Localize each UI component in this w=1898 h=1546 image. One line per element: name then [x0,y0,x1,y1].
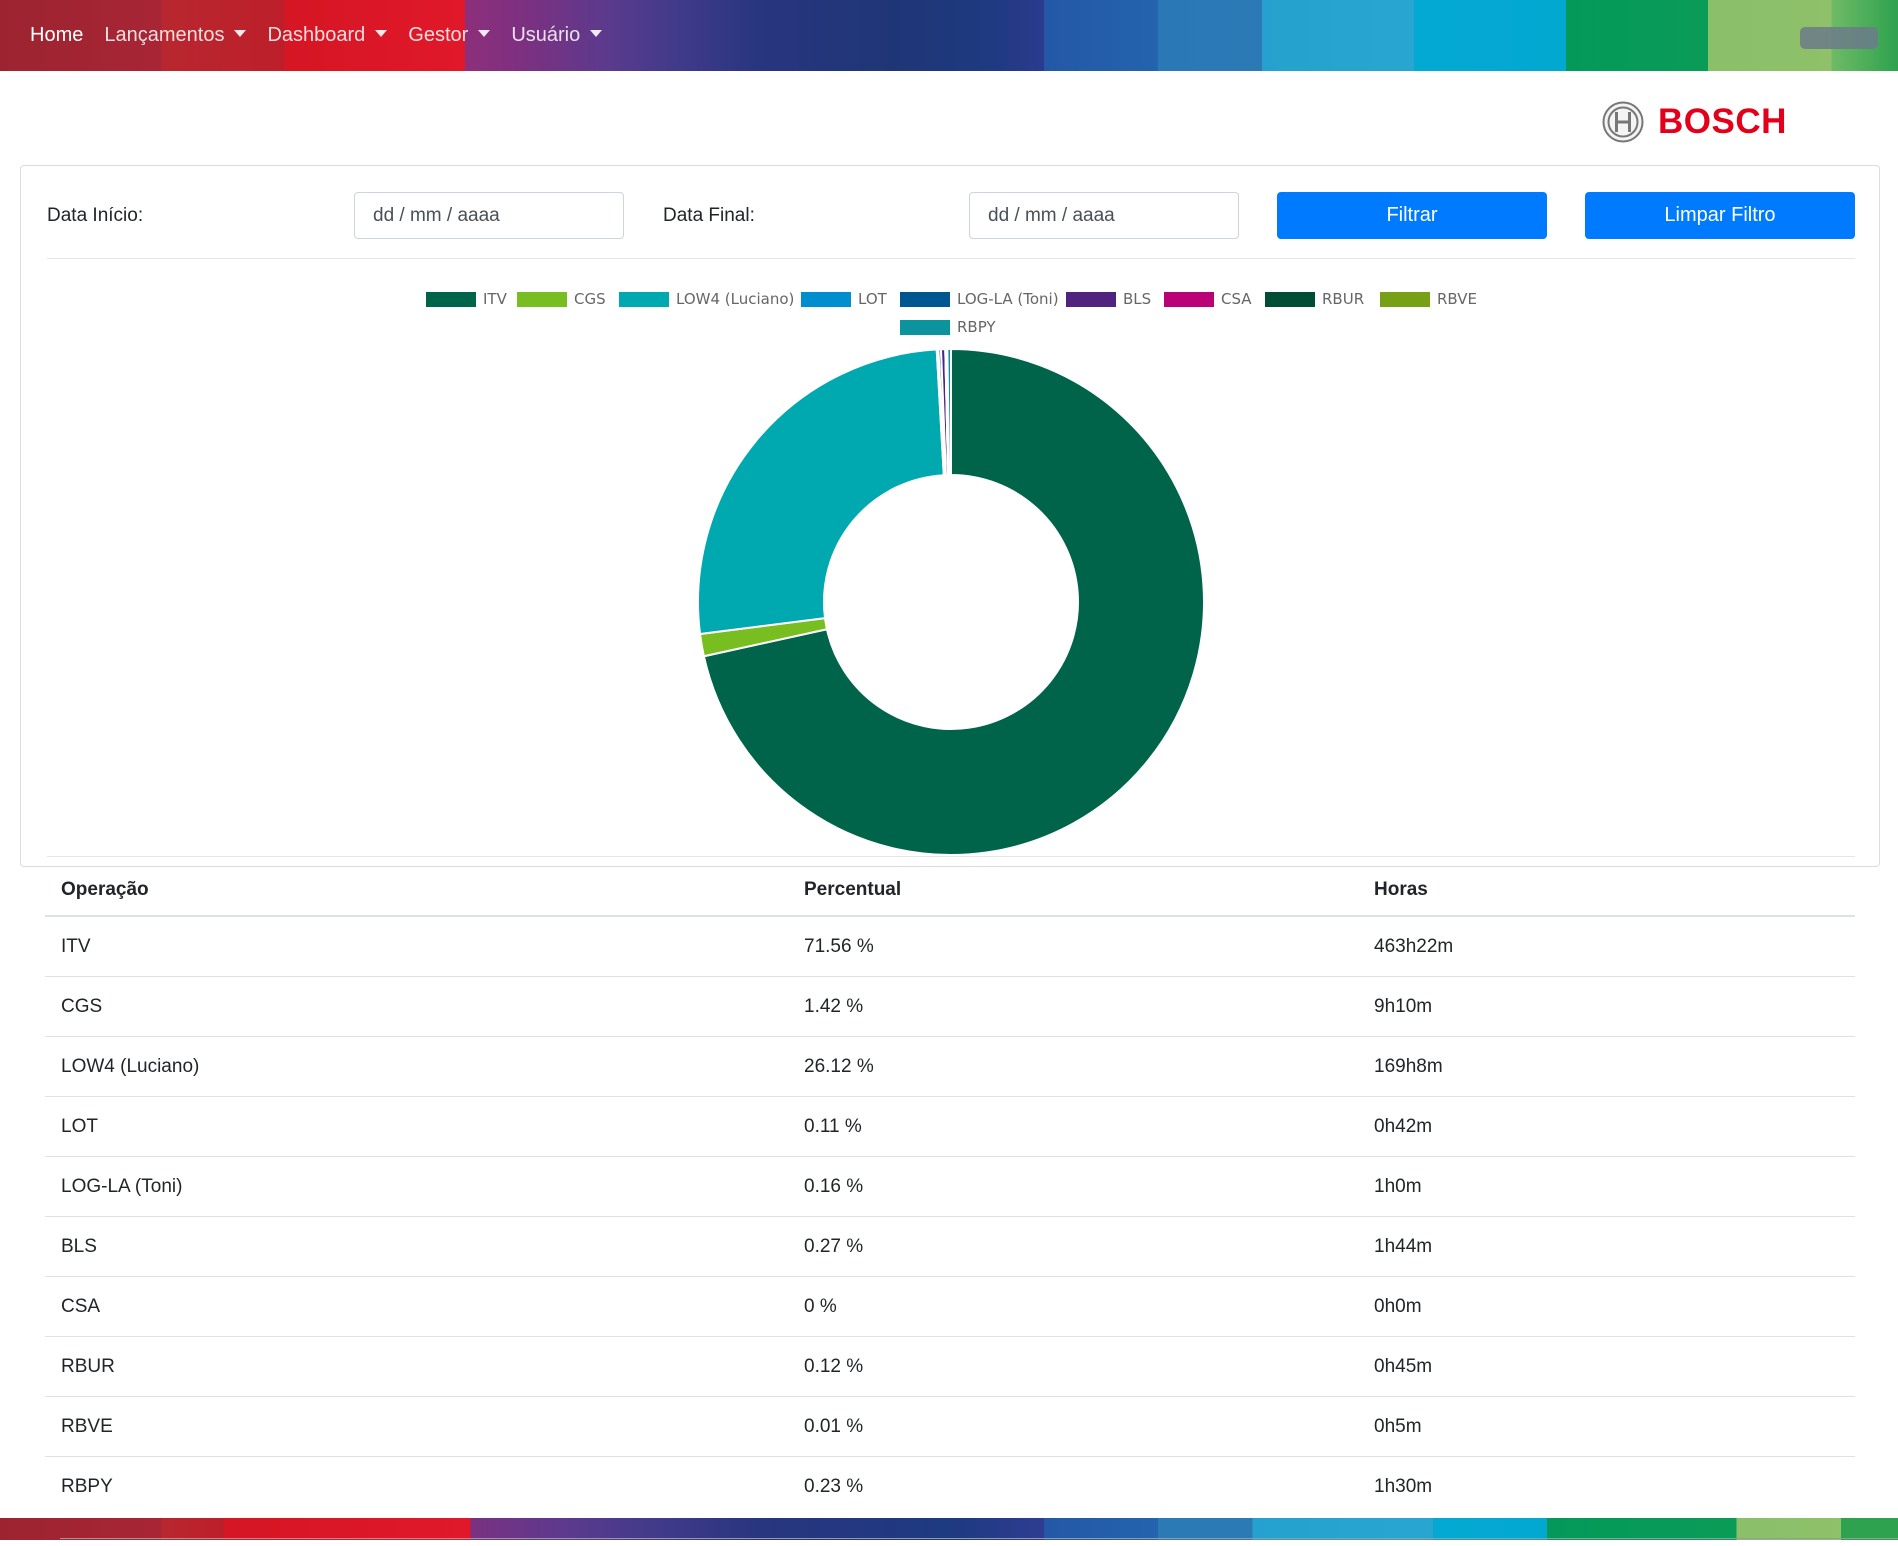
chevron-down-icon [234,30,247,37]
cell-percentual: 71.56 % [804,936,874,957]
operations-table: Operação Percentual Horas ITV 71.56 % 46… [45,868,1855,1517]
nav-usuario-label: Usuário [511,24,581,46]
table-row: BLS 0.27 % 1h44m [45,1217,1855,1277]
table-row: RBVE 0.01 % 0h5m [45,1397,1855,1457]
header-horas: Horas [1374,879,1428,900]
cell-operacao: CGS [61,996,103,1017]
table-body: ITV 71.56 % 463h22m CGS 1.42 % 9h10m LOW… [45,917,1855,1517]
table-row: LOG-LA (Toni) 0.16 % 1h0m [45,1157,1855,1217]
cell-horas: 0h0m [1374,1296,1422,1317]
filter-chart-card: Data Início: dd / mm / aaaa Data Final: … [20,165,1880,867]
table-row: CGS 1.42 % 9h10m [45,977,1855,1037]
cell-horas: 0h45m [1374,1356,1433,1377]
chevron-down-icon [590,30,603,37]
brand-name: BOSCH [1658,102,1787,141]
cell-percentual: 0 % [804,1296,837,1317]
table-row: CSA 0 % 0h0m [45,1277,1855,1337]
cell-horas: 1h44m [1374,1236,1433,1257]
table-row: RBPY 0.23 % 1h30m [45,1457,1855,1517]
bosch-armature-icon [1602,101,1644,143]
cell-percentual: 26.12 % [804,1056,874,1077]
cell-horas: 9h10m [1374,996,1433,1017]
table-row: ITV 71.56 % 463h22m [45,917,1855,977]
nav-menu: Home Lançamentos Dashboard Gestor Usuári… [30,24,623,47]
cell-percentual: 1.42 % [804,996,864,1017]
cell-operacao: CSA [61,1296,101,1317]
nav-usuario[interactable]: Usuário [511,24,603,47]
cell-operacao: RBUR [61,1356,115,1377]
cell-horas: 0h5m [1374,1416,1422,1437]
cell-operacao: LOT [61,1116,98,1137]
cell-operacao: RBPY [61,1476,113,1497]
doughnut-chart [697,347,1205,856]
chevron-down-icon [375,30,388,37]
nav-gestor[interactable]: Gestor [408,24,491,47]
top-navbar: Home Lançamentos Dashboard Gestor Usuári… [0,0,1898,71]
footer-divider [60,1538,1898,1539]
header-percentual: Percentual [804,879,902,900]
nav-dashboard[interactable]: Dashboard [267,24,388,47]
cell-horas: 0h42m [1374,1116,1433,1137]
nav-gestor-label: Gestor [408,24,469,46]
cell-horas: 169h8m [1374,1056,1443,1077]
cell-horas: 463h22m [1374,936,1454,957]
nav-home-label: Home [30,24,84,46]
doughnut-slice[interactable] [946,347,952,477]
nav-lancamentos-label: Lançamentos [104,24,225,46]
nav-dashboard-label: Dashboard [267,24,366,46]
table-row: LOW4 (Luciano) 26.12 % 169h8m [45,1037,1855,1097]
header-operacao: Operação [61,879,149,900]
nav-lancamentos[interactable]: Lançamentos [104,24,247,47]
cell-percentual: 0.23 % [804,1476,864,1497]
cell-operacao: ITV [61,936,91,957]
table-row: LOT 0.11 % 0h42m [45,1097,1855,1157]
cell-horas: 1h30m [1374,1476,1433,1497]
doughnut-slice[interactable] [697,348,945,636]
cell-percentual: 0.27 % [804,1236,864,1257]
cell-operacao: BLS [61,1236,97,1257]
cell-operacao: LOW4 (Luciano) [61,1056,200,1077]
table-header: Operação Percentual Horas [45,868,1855,917]
cell-horas: 1h0m [1374,1176,1422,1197]
cell-percentual: 0.11 % [804,1116,862,1137]
cell-percentual: 0.12 % [804,1356,864,1377]
table-row: RBUR 0.12 % 0h45m [45,1337,1855,1397]
brand-logo: BOSCH [1602,101,1787,143]
chevron-down-icon [478,30,491,37]
nav-home[interactable]: Home [30,24,83,47]
footer-color-stripe [0,1518,1898,1540]
cell-operacao: RBVE [61,1416,113,1437]
cell-operacao: LOG-LA (Toni) [61,1176,183,1197]
cell-percentual: 0.16 % [804,1176,864,1197]
cell-percentual: 0.01 % [804,1416,864,1437]
divider [47,856,1855,857]
navbar-toggle-button[interactable] [1800,27,1878,49]
